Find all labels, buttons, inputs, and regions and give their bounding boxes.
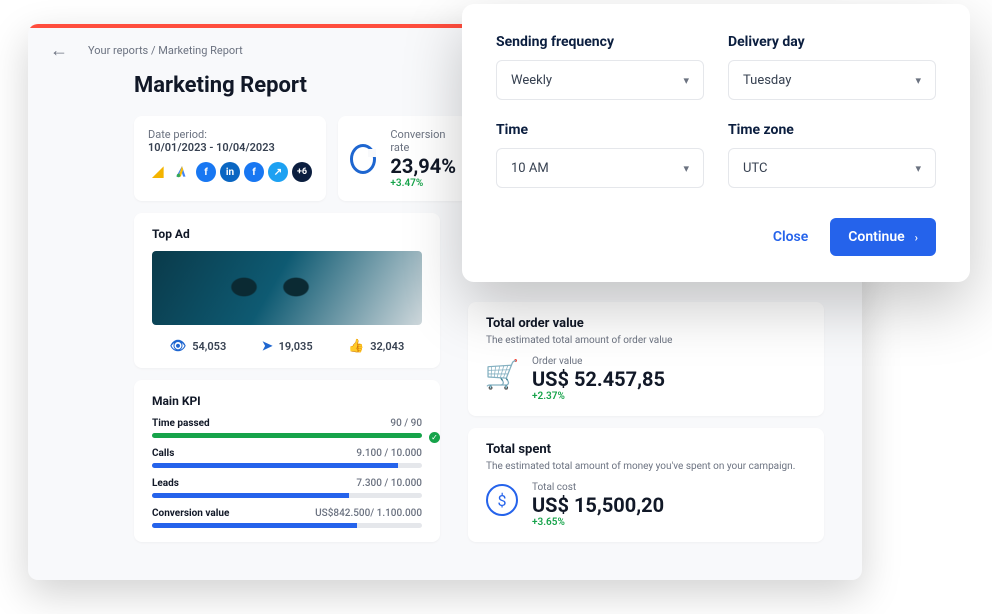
- analytics-icon: ◢: [148, 162, 168, 182]
- sends-stat: ➤19,035: [262, 339, 313, 354]
- date-period-label: Date period:: [148, 128, 312, 141]
- kpi-row: Calls9.100 / 10.000: [152, 448, 422, 468]
- thumb-icon: 👍: [348, 339, 364, 354]
- conversion-value: 23,94%: [390, 154, 456, 178]
- refresh-icon: [350, 144, 376, 174]
- chevron-down-icon: ▾: [915, 162, 921, 175]
- kpi-row: Time passed90 / 90 ✓: [152, 418, 422, 438]
- top-ad-image[interactable]: [152, 251, 422, 325]
- order-delta: +2.37%: [532, 391, 665, 402]
- order-value: US$ 52.457,85: [532, 367, 665, 391]
- chevron-down-icon: ▾: [915, 74, 921, 87]
- likes-stat: 👍32,043: [348, 339, 404, 354]
- delivery-day-select[interactable]: Tuesday▾: [728, 60, 936, 100]
- date-period-value: 10/01/2023 - 10/04/2023: [148, 141, 312, 154]
- timezone-select[interactable]: UTC▾: [728, 148, 936, 188]
- total-cost-label: Total cost: [532, 482, 664, 493]
- spent-delta: +3.65%: [532, 517, 664, 528]
- total-cost-value: US$ 15,500,20: [532, 493, 664, 517]
- dollar-icon: $: [486, 484, 518, 516]
- breadcrumb[interactable]: Your reports / Marketing Report: [88, 44, 243, 57]
- schedule-modal: Sending frequency Weekly▾ Delivery day T…: [462, 4, 970, 282]
- continue-button[interactable]: Continue›: [830, 218, 936, 256]
- facebook-icon: f: [244, 162, 264, 182]
- delivery-day-label: Delivery day: [728, 34, 936, 50]
- frequency-select[interactable]: Weekly▾: [496, 60, 704, 100]
- time-select[interactable]: 10 AM▾: [496, 148, 704, 188]
- timezone-label: Time zone: [728, 122, 936, 138]
- cart-icon: 🛒: [486, 358, 518, 390]
- frequency-label: Sending frequency: [496, 34, 704, 50]
- conversion-delta: +3.47%: [390, 178, 456, 189]
- kpi-row: Conversion valueUS$842.500/ 1.100.000: [152, 508, 422, 528]
- check-icon: ✓: [429, 432, 440, 443]
- conversion-label: Conversion rate: [390, 128, 456, 154]
- total-spent-sub: The estimated total amount of money you'…: [486, 461, 806, 472]
- kpi-row: Leads7.300 / 10.000: [152, 478, 422, 498]
- chevron-down-icon: ▾: [683, 74, 689, 87]
- total-spent-title: Total spent: [486, 442, 806, 457]
- back-arrow-icon[interactable]: ←: [50, 40, 68, 61]
- send-icon: ➤: [262, 339, 273, 354]
- ads-icon: [172, 162, 192, 182]
- facebook-icon: f: [196, 162, 216, 182]
- eye-icon: 👁: [170, 339, 187, 354]
- views-stat: 👁54,053: [170, 339, 227, 354]
- order-value-sub: The estimated total amount of order valu…: [486, 335, 806, 346]
- order-value-title: Total order value: [486, 316, 806, 331]
- more-platforms-badge[interactable]: +6: [292, 162, 312, 182]
- top-ad-label: Top Ad: [152, 227, 422, 241]
- platform-icons: ◢ f in f ↗ +6: [148, 162, 312, 182]
- close-button[interactable]: Close: [769, 219, 812, 255]
- kpi-label: Main KPI: [152, 394, 422, 408]
- chevron-down-icon: ▾: [683, 162, 689, 175]
- time-label: Time: [496, 122, 704, 138]
- chevron-right-icon: ›: [915, 231, 918, 244]
- linkedin-icon: in: [220, 162, 240, 182]
- social-icon: ↗: [268, 162, 288, 182]
- order-value-label: Order value: [532, 356, 665, 367]
